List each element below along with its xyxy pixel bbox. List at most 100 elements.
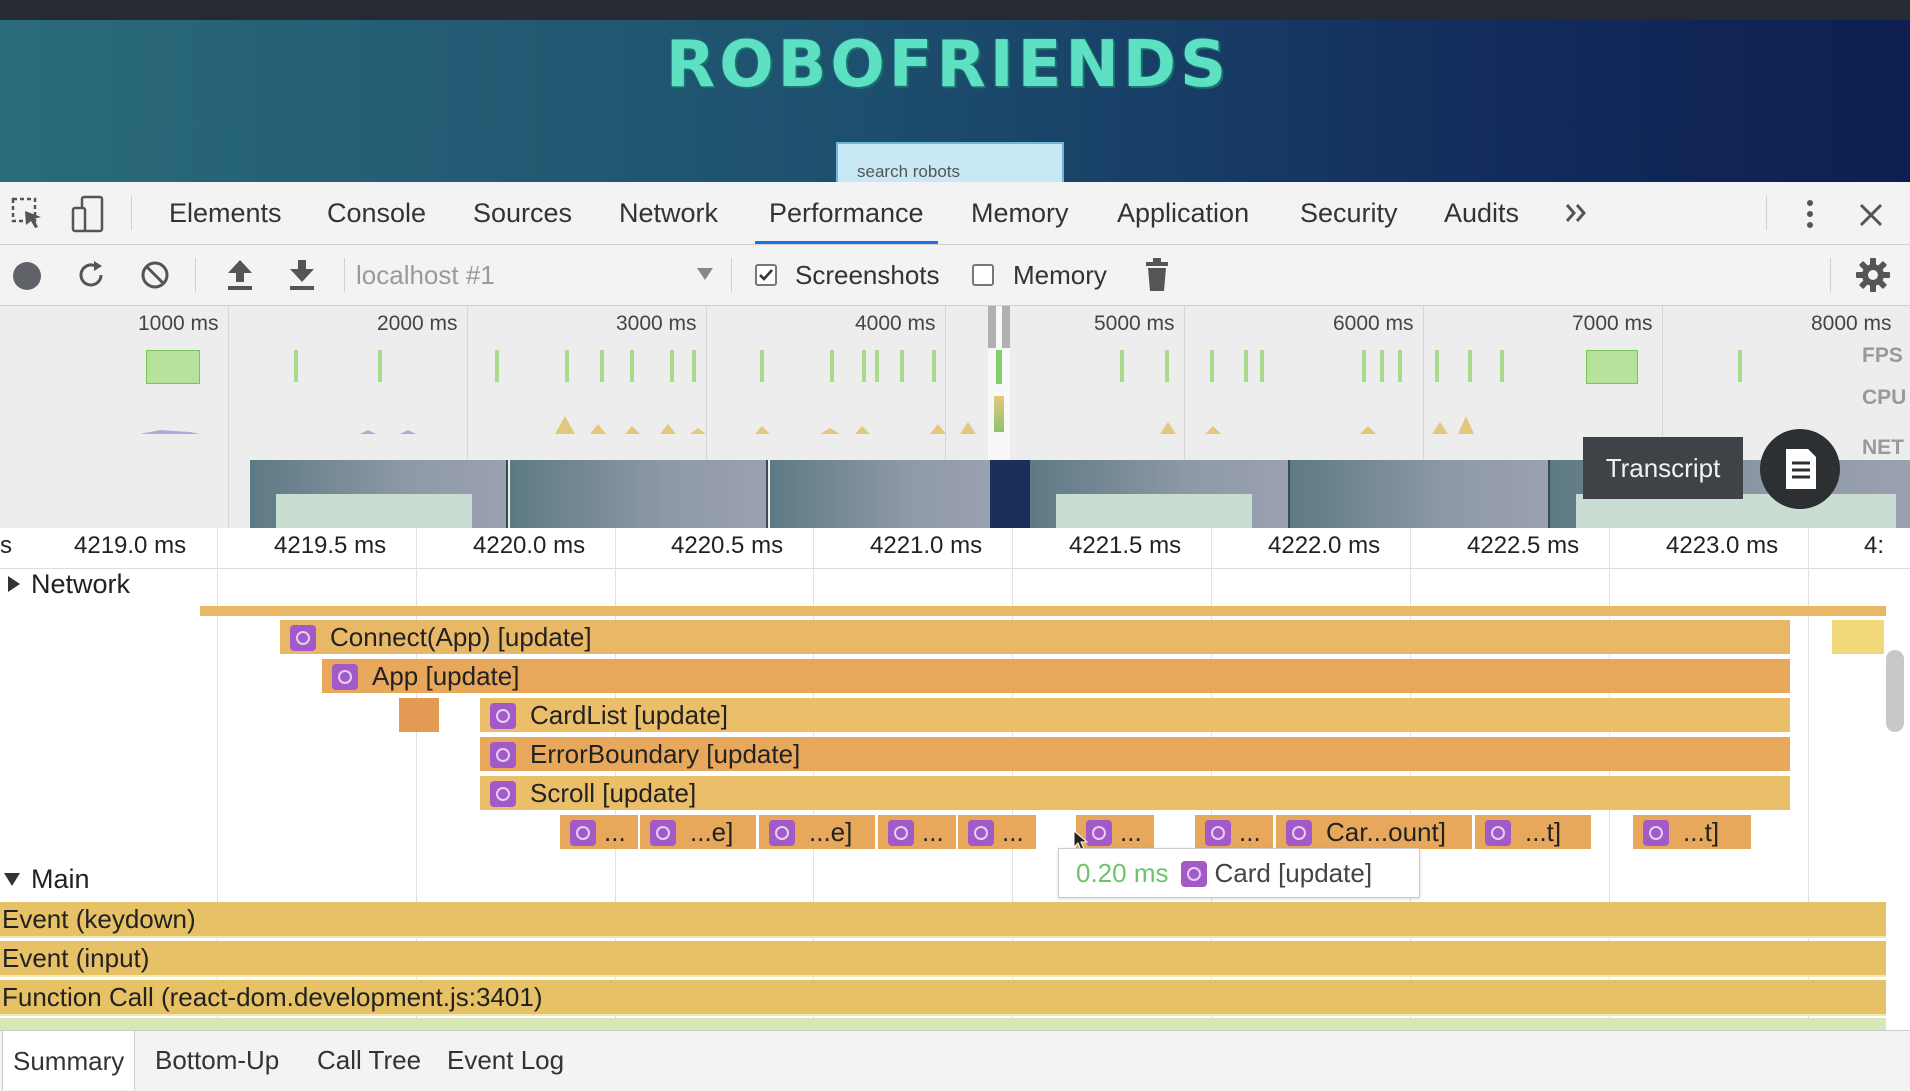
timing-bar-card[interactable]: ...e] <box>640 815 756 849</box>
record-icon[interactable] <box>13 262 41 290</box>
search-robots-input[interactable]: search robots <box>836 142 1064 182</box>
toolbar-divider <box>344 258 345 292</box>
timing-bar-label: Connect(App) [update] <box>330 622 592 652</box>
react-icon <box>290 625 316 651</box>
reload-record-icon[interactable] <box>74 258 108 292</box>
tab-network[interactable]: Network <box>619 182 718 244</box>
selection-cpu-spike <box>994 396 1004 432</box>
overview-tick: 3000 ms <box>616 312 697 335</box>
timing-bar-label: Scroll [update] <box>530 778 697 808</box>
toolbar-divider <box>195 258 196 292</box>
selection-handle-right[interactable] <box>1002 306 1010 348</box>
more-tabs-icon[interactable] <box>1562 198 1592 228</box>
timing-bar-card[interactable]: ...t] <box>1475 815 1591 849</box>
timing-bar-small <box>1832 620 1884 654</box>
main-track-label[interactable]: Main <box>31 864 90 895</box>
ruler-tick: 4220.5 ms <box>671 532 784 559</box>
timing-bar-card[interactable]: ...t] <box>1633 815 1751 849</box>
settings-gear-icon[interactable] <box>1855 257 1891 293</box>
close-devtools-icon[interactable] <box>1856 200 1886 230</box>
timing-bar-errorboundary[interactable]: ErrorBoundary [update] <box>480 737 1790 771</box>
tab-sources[interactable]: Sources <box>473 182 572 244</box>
timing-bar-card[interactable]: ...e] <box>759 815 875 849</box>
screenshots-label: Screenshots <box>795 260 940 290</box>
expand-arrow-icon[interactable] <box>6 575 22 593</box>
ruler-tick: 4219.5 ms <box>274 532 387 559</box>
tab-audits[interactable]: Audits <box>1444 182 1519 244</box>
main-bar-function-call[interactable]: Function Call (react-dom.development.js:… <box>0 980 1886 1016</box>
save-profile-icon[interactable] <box>286 258 318 292</box>
timing-bar-label: ... <box>1002 817 1024 847</box>
screenshot-frame[interactable] <box>250 460 508 530</box>
inspect-element-icon[interactable] <box>10 196 46 232</box>
device-toolbar-icon[interactable] <box>70 194 106 234</box>
screenshot-frame[interactable] <box>770 460 992 530</box>
react-icon <box>1643 820 1669 846</box>
flame-chart-scrollbar[interactable] <box>1886 650 1904 732</box>
toolbar-divider <box>1830 258 1831 292</box>
overview-tick: 2000 ms <box>377 312 458 335</box>
timing-bar-cardlist[interactable]: CardList [update] <box>480 698 1790 732</box>
trash-icon[interactable] <box>1144 258 1170 292</box>
tab-event-log[interactable]: Event Log <box>447 1030 564 1090</box>
react-icon <box>1485 820 1511 846</box>
overview-tick: 5000 ms <box>1094 312 1175 335</box>
collapse-arrow-icon[interactable] <box>3 871 21 887</box>
cpu-track-label: CPU <box>1862 386 1907 409</box>
overview-tick: 8000 ms <box>1811 312 1892 335</box>
timing-bar-card[interactable]: ... <box>1195 815 1273 849</box>
screenshot-frame[interactable] <box>1030 460 1290 530</box>
screenshots-checkbox[interactable] <box>755 264 777 286</box>
timing-bar-label: ...t] <box>1683 817 1720 847</box>
transcript-button[interactable] <box>1760 429 1840 509</box>
selection-handle-left[interactable] <box>988 306 996 348</box>
timing-bar-label: ... <box>922 817 944 847</box>
react-icon <box>769 820 795 846</box>
more-options-icon[interactable] <box>1800 196 1820 232</box>
ruler-tick: 4222.0 ms <box>1268 532 1381 559</box>
profile-select[interactable]: localhost #1 <box>356 245 495 305</box>
ruler-tick: 4220.0 ms <box>473 532 586 559</box>
transcript-label[interactable]: Transcript <box>1583 437 1743 499</box>
tab-call-tree[interactable]: Call Tree <box>317 1030 421 1090</box>
memory-checkbox[interactable] <box>972 264 994 286</box>
tab-console[interactable]: Console <box>327 182 426 244</box>
timing-bar-card[interactable]: ... <box>878 815 956 849</box>
react-icon <box>1205 820 1231 846</box>
tab-application[interactable]: Application <box>1117 182 1249 244</box>
tab-performance[interactable]: Performance <box>755 182 938 244</box>
react-icon <box>490 781 516 807</box>
tab-security[interactable]: Security <box>1300 182 1398 244</box>
overview-tick: 7000 ms <box>1572 312 1653 335</box>
tab-summary[interactable]: Summary <box>2 1030 136 1090</box>
react-icon <box>1086 820 1112 846</box>
tab-elements[interactable]: Elements <box>169 182 282 244</box>
react-icon <box>490 703 516 729</box>
timing-bar-card[interactable]: ... <box>958 815 1036 849</box>
main-bar-event-keydown[interactable]: Event (keydown) <box>0 902 1886 938</box>
timing-bar-label: ... <box>604 817 626 847</box>
tab-bottom-up[interactable]: Bottom-Up <box>155 1030 279 1090</box>
screenshot-frame[interactable] <box>1290 460 1550 530</box>
toolbar-divider <box>731 258 732 292</box>
timing-bar-app[interactable]: App [update] <box>322 659 1790 693</box>
network-track-label[interactable]: Network <box>31 569 130 600</box>
timing-bar-scroll[interactable]: Scroll [update] <box>480 776 1790 810</box>
timing-bar-card[interactable]: Car...ount] <box>1276 815 1472 849</box>
react-icon <box>490 742 516 768</box>
ruler-tick: 4221.5 ms <box>1069 532 1182 559</box>
tab-memory[interactable]: Memory <box>971 182 1069 244</box>
timing-bar-label: ... <box>1239 817 1261 847</box>
timing-bar-label: ErrorBoundary [update] <box>530 739 801 769</box>
timing-bar-connect-app[interactable]: Connect(App) [update] <box>280 620 1790 654</box>
screenshot-frame-selected[interactable] <box>990 460 1030 530</box>
screenshot-frame[interactable] <box>510 460 768 530</box>
load-profile-icon[interactable] <box>224 258 256 292</box>
chevron-down-icon[interactable] <box>695 266 715 282</box>
timing-bar-small <box>399 698 439 732</box>
timing-bar-edge <box>1834 606 1886 616</box>
timing-bar-card[interactable]: ... <box>560 815 638 849</box>
react-icon <box>332 664 358 690</box>
main-bar-event-input[interactable]: Event (input) <box>0 941 1886 977</box>
clear-icon[interactable] <box>138 258 172 292</box>
